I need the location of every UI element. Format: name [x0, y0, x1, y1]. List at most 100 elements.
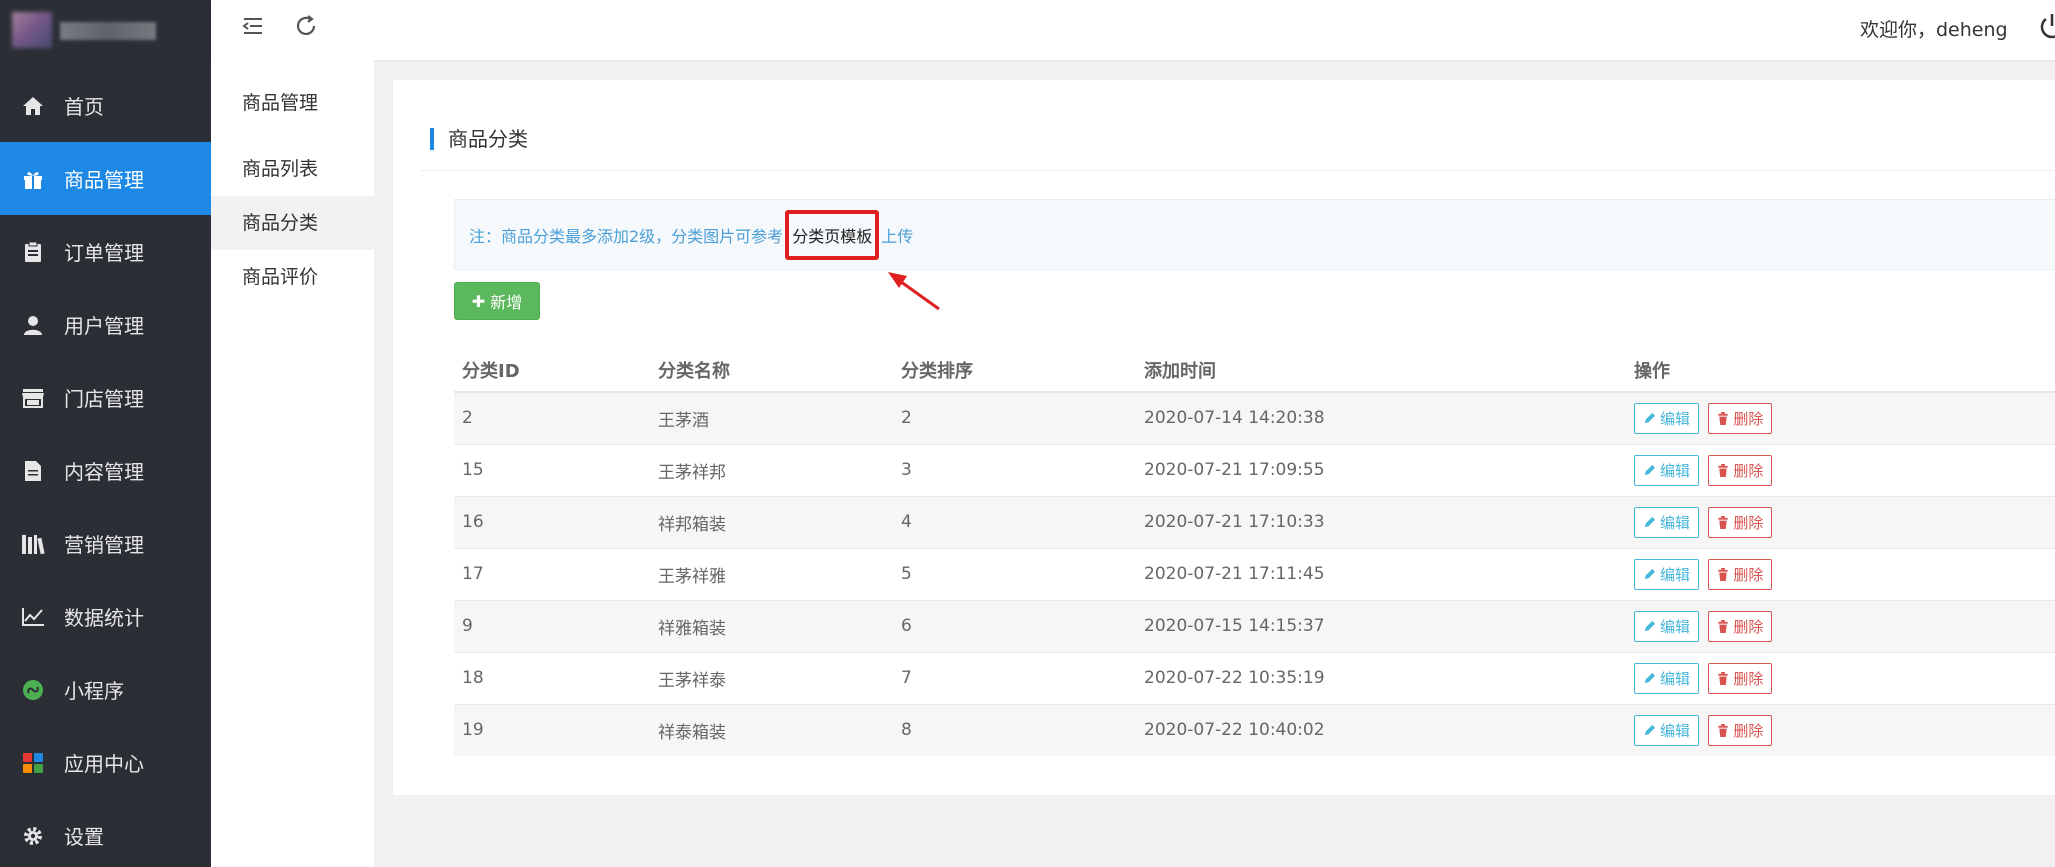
- plus-icon: ✚: [471, 291, 486, 311]
- delete-button-label: 删除: [1733, 669, 1764, 688]
- sidebar-item-label: 订单管理: [64, 241, 144, 265]
- table-row: 19 祥泰箱装 8 2020-07-22 10:40:02 编辑 删除: [454, 703, 2055, 756]
- table-row: 18 王茅祥泰 7 2020-07-22 10:35:19 编辑 删除: [454, 651, 2055, 704]
- sidebar-item-home[interactable]: 首页: [0, 69, 211, 142]
- sidebar-item-stats[interactable]: 数据统计: [0, 580, 211, 653]
- trash-icon: [1718, 567, 1729, 581]
- cell-name: 王茅酒: [650, 391, 893, 444]
- edit-button[interactable]: 编辑: [1634, 558, 1700, 590]
- refresh-icon[interactable]: [294, 14, 320, 40]
- delete-button[interactable]: 删除: [1708, 662, 1773, 694]
- pencil-icon: [1644, 672, 1656, 683]
- sidebar-item-products[interactable]: 商品管理: [0, 142, 211, 215]
- delete-button[interactable]: 删除: [1708, 558, 1773, 590]
- upload-link[interactable]: 上传: [881, 223, 913, 247]
- logo[interactable]: [0, 0, 211, 60]
- gear-icon: [20, 823, 46, 849]
- edit-button-label: 编辑: [1660, 513, 1691, 532]
- delete-button[interactable]: 删除: [1708, 402, 1773, 434]
- content-card: 商品分类 注：商品分类最多添加2级，分类图片可参考 分类页模板 上传 ✚ 新增 …: [393, 80, 2055, 795]
- logout-icon[interactable]: [2037, 12, 2055, 42]
- cell-name: 祥泰箱装: [650, 703, 893, 756]
- cell-time: 2020-07-21 17:10:33: [1136, 495, 1626, 548]
- cell-actions: 编辑 删除: [1626, 391, 2055, 444]
- gift-icon: [20, 166, 46, 192]
- delete-button[interactable]: 删除: [1708, 454, 1773, 486]
- cell-time: 2020-07-22 10:40:02: [1136, 703, 1626, 756]
- sidebar-item-label: 应用中心: [64, 752, 144, 776]
- edit-button-label: 编辑: [1660, 721, 1691, 740]
- secondary-sidebar: 商品管理 商品列表 商品分类 商品评价: [211, 60, 374, 867]
- edit-button[interactable]: 编辑: [1634, 506, 1700, 538]
- subnav-item-product-reviews[interactable]: 商品评价: [211, 250, 374, 304]
- edit-button[interactable]: 编辑: [1634, 402, 1700, 434]
- home-icon: [20, 93, 46, 119]
- cell-actions: 编辑 删除: [1626, 599, 2055, 652]
- category-template-link[interactable]: 分类页模板: [785, 209, 880, 260]
- pencil-icon: [1644, 620, 1656, 631]
- pencil-icon: [1644, 516, 1656, 527]
- cell-sort: 2: [893, 391, 1136, 444]
- top-bar: 欢迎你，deheng: [211, 0, 2055, 60]
- sidebar-item-stores[interactable]: 门店管理: [0, 361, 211, 434]
- cell-time: 2020-07-14 14:20:38: [1136, 391, 1626, 444]
- add-category-button[interactable]: ✚ 新增: [454, 282, 540, 320]
- subnav-title: 商品管理: [242, 92, 319, 114]
- table-row: 16 祥邦箱装 4 2020-07-21 17:10:33 编辑 删除: [454, 495, 2055, 548]
- table-row: 15 王茅祥邦 3 2020-07-21 17:09:55 编辑 删除: [454, 443, 2055, 496]
- subnav-item-product-list[interactable]: 商品列表: [211, 142, 374, 196]
- edit-button[interactable]: 编辑: [1634, 610, 1700, 642]
- column-header: 分类ID: [454, 348, 650, 393]
- store-icon: [20, 385, 46, 411]
- sidebar-item-label: 商品管理: [64, 168, 144, 192]
- delete-button-label: 删除: [1733, 461, 1764, 480]
- edit-button[interactable]: 编辑: [1634, 662, 1700, 694]
- notice-text: 注：商品分类最多添加2级，分类图片可参考: [469, 226, 784, 246]
- pencil-icon: [1644, 464, 1656, 475]
- cell-id: 16: [454, 495, 650, 548]
- pencil-icon: [1644, 568, 1656, 579]
- table-row: 9 祥雅箱装 6 2020-07-15 14:15:37 编辑 删除: [454, 599, 2055, 652]
- delete-button[interactable]: 删除: [1708, 610, 1773, 642]
- cell-actions: 编辑 删除: [1626, 651, 2055, 704]
- cell-actions: 编辑 删除: [1626, 443, 2055, 496]
- delete-button-label: 删除: [1733, 409, 1764, 428]
- sidebar-item-apps[interactable]: 应用中心: [0, 726, 211, 799]
- collapse-menu-icon[interactable]: [241, 14, 267, 40]
- sidebar-item-label: 首页: [64, 95, 104, 119]
- cell-sort: 7: [893, 651, 1136, 704]
- delete-button-label: 删除: [1733, 617, 1764, 636]
- sidebar-item-label: 内容管理: [64, 460, 144, 484]
- delete-button[interactable]: 删除: [1708, 506, 1773, 538]
- edit-button[interactable]: 编辑: [1634, 714, 1700, 746]
- sidebar-item-miniprogram[interactable]: 小程序: [0, 653, 211, 726]
- welcome-text: 欢迎你，deheng: [1860, 19, 2008, 41]
- line-chart-icon: [20, 604, 46, 630]
- cell-actions: 编辑 删除: [1626, 495, 2055, 548]
- sidebar-item-orders[interactable]: 订单管理: [0, 215, 211, 288]
- trash-icon: [1718, 463, 1729, 477]
- edit-button[interactable]: 编辑: [1634, 454, 1700, 486]
- sidebar-item-label: 门店管理: [64, 387, 144, 411]
- sidebar-item-label: 小程序: [64, 679, 124, 703]
- cell-name: 王茅祥邦: [650, 443, 893, 496]
- sidebar-item-content[interactable]: 内容管理: [0, 434, 211, 507]
- cell-actions: 编辑 删除: [1626, 703, 2055, 756]
- sidebar-item-settings[interactable]: 设置: [0, 799, 211, 867]
- user-icon: [20, 312, 46, 338]
- trash-icon: [1718, 515, 1729, 529]
- cell-name: 王茅祥泰: [650, 651, 893, 704]
- cell-id: 9: [454, 599, 650, 652]
- cell-id: 15: [454, 443, 650, 496]
- clipboard-icon: [20, 239, 46, 265]
- cell-id: 17: [454, 547, 650, 600]
- mini-program-icon: [20, 677, 46, 703]
- add-button-label: 新增: [490, 293, 523, 312]
- sidebar-item-marketing[interactable]: 营销管理: [0, 507, 211, 580]
- sidebar-item-users[interactable]: 用户管理: [0, 288, 211, 361]
- column-header: 分类排序: [893, 348, 1136, 393]
- delete-button[interactable]: 删除: [1708, 714, 1773, 746]
- subnav-item-product-category[interactable]: 商品分类: [211, 196, 374, 250]
- table-header-row: 分类ID 分类名称 分类排序 添加时间 操作: [454, 348, 2055, 393]
- apps-icon: [20, 750, 46, 776]
